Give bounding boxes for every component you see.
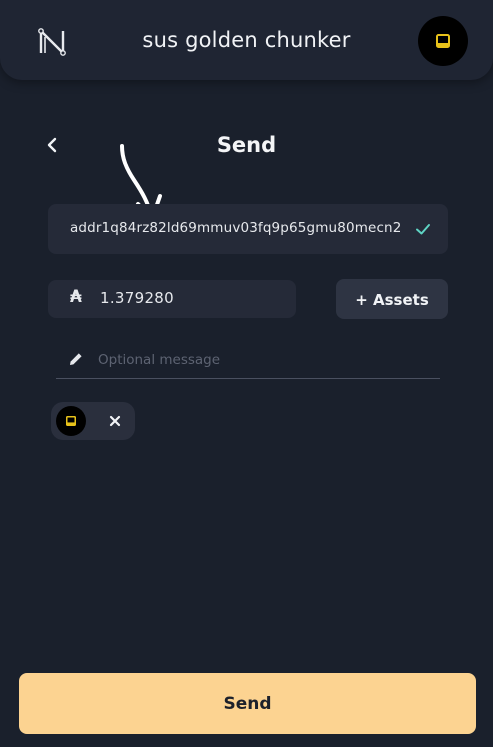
add-assets-button[interactable]: + Assets xyxy=(336,279,448,319)
close-icon[interactable] xyxy=(107,413,123,429)
amount-field[interactable]: ₳ 1.379280 xyxy=(48,280,296,318)
top-header: sus golden chunker xyxy=(0,0,493,80)
recipient-address: addr1q84rz82ld69mmuv03fq9p65gmu80mecn2 xyxy=(70,220,402,236)
message-input[interactable] xyxy=(96,348,430,372)
page-title: Send xyxy=(216,133,277,157)
check-icon xyxy=(416,224,430,235)
account-avatar[interactable] xyxy=(418,16,468,66)
message-field xyxy=(56,344,440,379)
asset-avatar xyxy=(56,406,86,436)
amount-value: 1.379280 xyxy=(100,289,174,307)
nft-avatar-icon xyxy=(436,34,450,48)
send-page: sus golden chunker Send addr1q84rz82ld69… xyxy=(0,0,493,747)
ada-symbol-icon: ₳ xyxy=(70,287,82,307)
pencil-icon xyxy=(70,353,82,365)
recipient-address-field[interactable]: addr1q84rz82ld69mmuv03fq9p65gmu80mecn2 xyxy=(48,204,448,254)
nft-asset-icon xyxy=(66,416,76,426)
send-button[interactable]: Send xyxy=(19,673,476,734)
selected-asset-chip xyxy=(51,402,135,440)
